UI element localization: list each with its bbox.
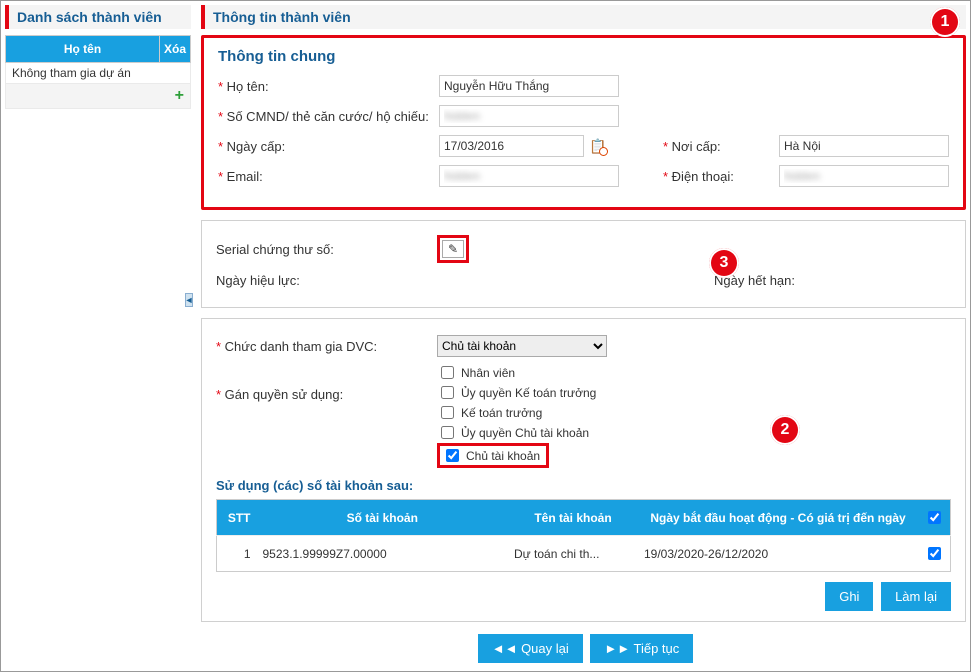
- perm-label: Gán quyền sử dụng:: [216, 363, 431, 402]
- perm-checkbox[interactable]: [441, 426, 454, 439]
- back-button[interactable]: ◄◄ Quay lại: [478, 634, 583, 663]
- member-col-delete: Xóa: [159, 36, 190, 63]
- pen-icon[interactable]: ✎: [442, 240, 464, 258]
- calendar-icon[interactable]: 📋: [590, 138, 606, 154]
- table-row: +: [6, 84, 191, 109]
- accounts-heading: Sử dụng (các) số tài khoản sau:: [216, 478, 951, 493]
- perm-checkbox[interactable]: [441, 406, 454, 419]
- phone-label: Điện thoại:: [663, 169, 773, 184]
- idno-input[interactable]: [439, 105, 619, 127]
- member-list-title: Danh sách thành viên: [5, 5, 191, 29]
- perm-checkbox[interactable]: [441, 386, 454, 399]
- save-button[interactable]: Ghi: [825, 582, 873, 611]
- acct-col-stt: STT: [217, 500, 257, 536]
- cert-select-highlight: ✎: [437, 235, 469, 263]
- acct-col-period: Ngày bắt đầu hoạt động - Có giá trị đến …: [638, 500, 918, 536]
- annotation-badge-1: 1: [930, 7, 960, 37]
- perm-checkbox[interactable]: [441, 366, 454, 379]
- plus-icon[interactable]: +: [175, 87, 184, 104]
- issue-place-input[interactable]: [779, 135, 949, 157]
- member-col-name: Họ tên: [6, 36, 160, 63]
- email-input[interactable]: [439, 165, 619, 187]
- acct-cell-stt: 1: [217, 536, 257, 572]
- issue-date-label: Ngày cấp:: [218, 139, 433, 154]
- role-title-label: Chức danh tham gia DVC:: [216, 339, 431, 354]
- next-button[interactable]: ►► Tiếp tục: [590, 634, 693, 663]
- cert-serial-label: Serial chứng thư số:: [216, 242, 431, 257]
- table-row: Không tham gia dự án: [6, 63, 191, 84]
- acct-col-number: Số tài khoản: [257, 500, 509, 536]
- role-section: Chức danh tham gia DVC: Chủ tài khoản Gá…: [201, 318, 966, 622]
- fullname-input[interactable]: [439, 75, 619, 97]
- collapse-handle[interactable]: ◄: [185, 293, 193, 307]
- perm-item[interactable]: Chủ tài khoản: [442, 446, 540, 465]
- acct-cell-number: 9523.1.99999Z7.00000: [257, 536, 509, 572]
- reset-button[interactable]: Làm lại: [881, 582, 951, 611]
- acct-cell-period: 19/03/2020-26/12/2020: [638, 536, 918, 572]
- acct-col-name: Tên tài khoản: [508, 500, 638, 536]
- email-label: Email:: [218, 169, 433, 184]
- permission-list: Nhân viên Ủy quyền Kế toán trưởng Kế toá…: [437, 363, 596, 468]
- acct-cell-name: Dự toán chi th...: [508, 536, 638, 572]
- issue-date-input[interactable]: [439, 135, 584, 157]
- certificate-section: Serial chứng thư số: ✎ Ngày hiệu lực: Ng…: [201, 220, 966, 308]
- role-select[interactable]: Chủ tài khoản: [437, 335, 607, 357]
- acct-row-checkbox[interactable]: [928, 547, 941, 560]
- table-row: 1 9523.1.99999Z7.00000 Dự toán chi th...…: [217, 536, 951, 572]
- member-info-title: Thông tin thành viên: [201, 5, 966, 29]
- member-empty-text: Không tham gia dự án: [6, 63, 191, 84]
- general-info-section: Thông tin chung Họ tên: Số CMND/ thẻ căn…: [201, 35, 966, 210]
- perm-item[interactable]: Ủy quyền Chủ tài khoản: [437, 423, 596, 442]
- acct-check-all[interactable]: [928, 511, 941, 524]
- idno-label: Số CMND/ thẻ căn cước/ hộ chiếu:: [218, 109, 433, 124]
- perm-highlight: Chủ tài khoản: [437, 443, 549, 468]
- fullname-label: Họ tên:: [218, 79, 433, 94]
- perm-item[interactable]: Ủy quyền Kế toán trưởng: [437, 383, 596, 402]
- perm-item[interactable]: Nhân viên: [437, 363, 596, 382]
- annotation-badge-2: 2: [770, 415, 800, 445]
- general-info-heading: Thông tin chung: [218, 48, 949, 65]
- annotation-badge-3: 3: [709, 248, 739, 278]
- accounts-table: STT Số tài khoản Tên tài khoản Ngày bắt …: [216, 499, 951, 572]
- phone-input[interactable]: [779, 165, 949, 187]
- issue-place-label: Nơi cấp:: [663, 139, 773, 154]
- cert-effective-label: Ngày hiệu lực:: [216, 273, 431, 288]
- perm-item[interactable]: Kế toán trưởng: [437, 403, 596, 422]
- member-table: Họ tên Xóa Không tham gia dự án +: [5, 35, 191, 109]
- acct-col-check: [918, 500, 951, 536]
- perm-checkbox[interactable]: [446, 449, 459, 462]
